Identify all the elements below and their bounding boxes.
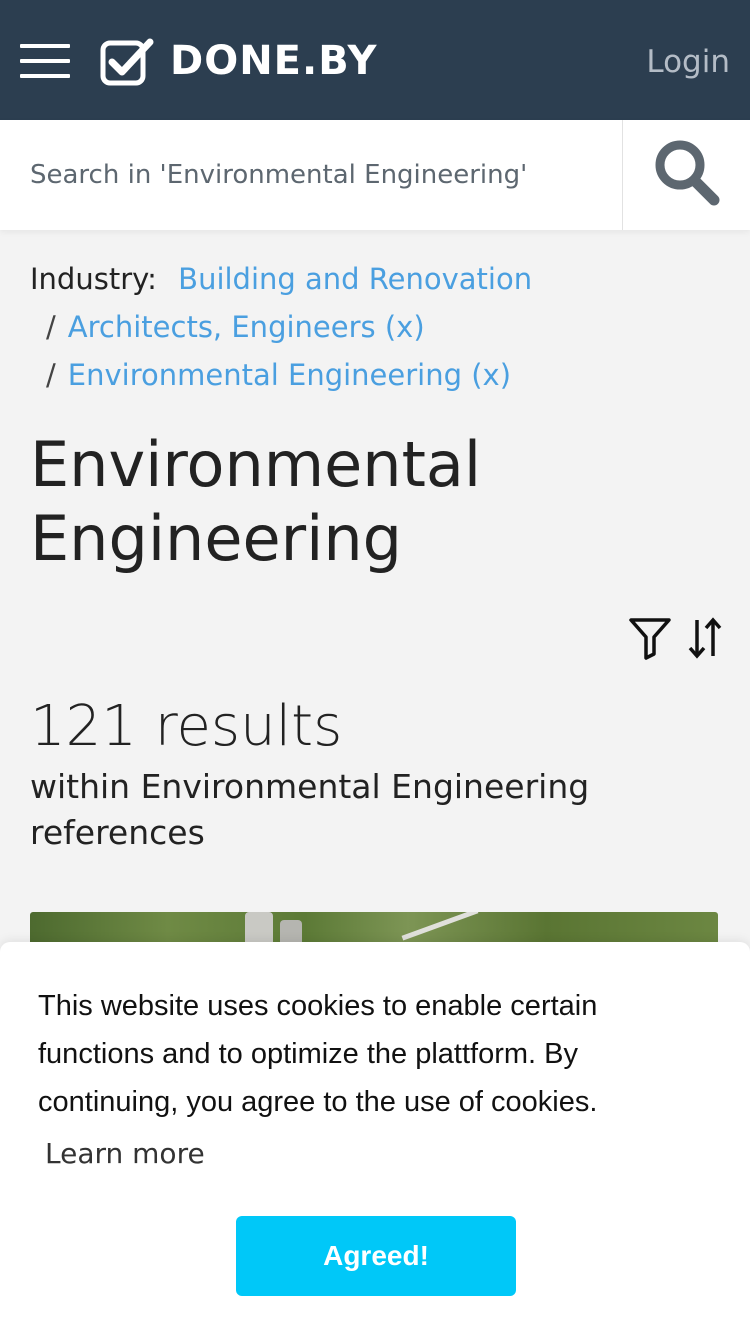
breadcrumb-link-building-renovation[interactable]: Building and Renovation bbox=[178, 262, 532, 296]
cookie-message: This website uses cookies to enable cert… bbox=[38, 990, 598, 1118]
breadcrumb-row: / Architects, Engineers (x) bbox=[30, 303, 730, 351]
results-count: 121 results bbox=[30, 694, 343, 759]
top-header: DONE.BY Login bbox=[0, 0, 750, 120]
search-bar bbox=[0, 120, 750, 230]
breadcrumb-link-architects-engineers[interactable]: Architects, Engineers (x) bbox=[68, 310, 425, 344]
sort-icon[interactable] bbox=[688, 616, 722, 660]
login-link[interactable]: Login bbox=[646, 40, 730, 84]
filter-icon[interactable] bbox=[628, 616, 672, 660]
cookie-learn-more-link[interactable]: Learn more bbox=[45, 1132, 205, 1176]
page-title: Environmental Engineering bbox=[30, 428, 482, 575]
hamburger-menu-icon[interactable] bbox=[20, 44, 70, 78]
brand-name[interactable]: DONE.BY bbox=[170, 36, 377, 86]
menu-bar bbox=[20, 44, 70, 48]
checkbox-check-logo-icon[interactable] bbox=[100, 38, 156, 86]
menu-bar bbox=[20, 74, 70, 78]
search-input[interactable] bbox=[0, 120, 622, 230]
image-detail bbox=[401, 912, 479, 941]
menu-bar bbox=[20, 59, 70, 63]
cookie-accept-button[interactable]: Agreed! bbox=[236, 1216, 516, 1296]
breadcrumb-link-environmental-engineering[interactable]: Environmental Engineering (x) bbox=[68, 358, 511, 392]
search-icon bbox=[655, 140, 720, 206]
breadcrumb-label: Industry: bbox=[30, 262, 157, 296]
breadcrumb: Industry: Building and Renovation / Archi… bbox=[30, 255, 730, 399]
results-subtitle: within Environmental Engineering referen… bbox=[30, 767, 590, 852]
breadcrumb-separator: / bbox=[46, 358, 56, 392]
breadcrumb-separator: / bbox=[46, 310, 56, 344]
breadcrumb-row: / Environmental Engineering (x) bbox=[30, 351, 730, 399]
breadcrumb-row: Industry: Building and Renovation bbox=[30, 255, 730, 303]
search-button[interactable] bbox=[623, 120, 750, 230]
cookie-banner: This website uses cookies to enable cert… bbox=[0, 942, 750, 1334]
